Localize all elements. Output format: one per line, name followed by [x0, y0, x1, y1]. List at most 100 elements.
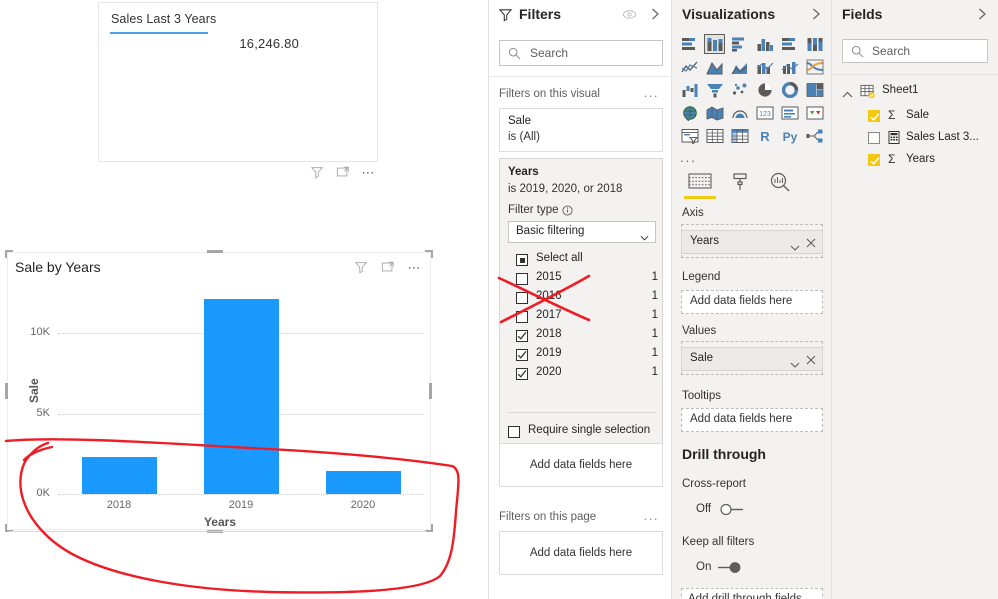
chevron-right-icon[interactable]: [810, 7, 822, 21]
drill-through-dropzone[interactable]: Add drill through fields here: [681, 588, 823, 599]
field-row-sales-last-3[interactable]: Sales Last 3...: [832, 129, 998, 148]
resize-handle-tl[interactable]: [5, 250, 13, 258]
arcgis-map-icon[interactable]: [729, 103, 750, 123]
checkbox-2018[interactable]: [516, 330, 528, 342]
checkbox-2015[interactable]: [516, 273, 528, 285]
checkbox-2020[interactable]: [516, 368, 528, 380]
scatter-chart-icon[interactable]: [729, 80, 750, 100]
bar-chart-visual-sale-by-years[interactable]: Sale by Years ⋯ 0K 5K 10K 2018 2019 2020 Sale: [7, 252, 431, 530]
well-dropzone-legend[interactable]: Add data fields here: [681, 290, 823, 314]
100-stacked-column-chart-icon[interactable]: [804, 34, 825, 54]
line-chart-icon[interactable]: [679, 57, 700, 77]
stacked-bar-chart-icon[interactable]: [679, 34, 700, 54]
filters-on-visual-more-icon[interactable]: ...: [644, 85, 659, 100]
bar-2019[interactable]: [203, 299, 279, 494]
field-checkbox[interactable]: [868, 110, 880, 122]
stacked-area-chart-icon[interactable]: [729, 57, 750, 77]
filter-card-years[interactable]: Years is 2019, 2020, or 2018 Filter type…: [499, 158, 663, 461]
well-field-axis-years[interactable]: Years: [681, 230, 823, 254]
clustered-column-chart-icon[interactable]: [754, 34, 775, 54]
require-single-selection-row[interactable]: Require single selection: [508, 424, 658, 442]
map-icon[interactable]: [679, 103, 700, 123]
resize-handle-top[interactable]: [207, 250, 223, 253]
card-visual-sales-last-3-years[interactable]: Sales Last 3 Years 16,246.80: [98, 2, 378, 162]
checkbox-2017[interactable]: [516, 311, 528, 323]
filter-option-2017[interactable]: 2017 1: [508, 308, 658, 327]
clustered-bar-chart-icon[interactable]: [729, 34, 750, 54]
treemap-icon[interactable]: [804, 80, 825, 100]
field-row-years[interactable]: Σ Years: [832, 151, 998, 170]
analytics-magnifier-icon[interactable]: [764, 170, 796, 194]
card-icon[interactable]: 123: [754, 103, 775, 123]
field-checkbox[interactable]: [868, 154, 880, 166]
cross-report-toggle[interactable]: [720, 503, 754, 516]
bar-2020[interactable]: [325, 471, 401, 494]
filter-funnel-icon: [498, 7, 513, 22]
ribbon-chart-icon[interactable]: [804, 57, 825, 77]
checkbox-2016[interactable]: [516, 292, 528, 304]
filter-option-2015[interactable]: 2015 1: [508, 270, 658, 289]
visual-filters-dropzone[interactable]: Add data fields here: [499, 443, 663, 487]
more-visuals-icon[interactable]: ...: [680, 150, 697, 165]
slicer-icon[interactable]: [679, 126, 700, 146]
donut-chart-icon[interactable]: [779, 80, 800, 100]
keep-all-filters-toggle[interactable]: [716, 561, 750, 573]
chevron-right-icon[interactable]: [976, 7, 988, 21]
resize-handle-left[interactable]: [5, 383, 8, 399]
python-visual-icon[interactable]: Py: [779, 126, 800, 146]
line-and-stacked-column-chart-icon[interactable]: [754, 57, 775, 77]
remove-field-icon[interactable]: [806, 354, 816, 365]
remove-field-icon[interactable]: [806, 237, 816, 248]
checkbox-2019[interactable]: [516, 349, 528, 361]
fields-well-icon[interactable]: [684, 170, 716, 194]
page-filters-dropzone[interactable]: Add data fields here: [499, 531, 663, 575]
report-canvas[interactable]: Sales Last 3 Years 16,246.80 ⋯ Sale by Y…: [0, 0, 488, 599]
waterfall-chart-icon[interactable]: [679, 80, 700, 100]
hide-visual-icon[interactable]: [622, 9, 637, 20]
fields-table-sheet1[interactable]: Sheet1: [832, 82, 998, 101]
table-icon[interactable]: [704, 126, 725, 146]
filter-card-sale[interactable]: Sale is (All): [499, 108, 663, 152]
filter-option-2019[interactable]: 2019 1: [508, 346, 658, 365]
more-options-icon[interactable]: ⋯: [362, 166, 377, 179]
line-and-clustered-column-chart-icon[interactable]: [779, 57, 800, 77]
chevron-down-icon[interactable]: [790, 240, 800, 251]
chevron-down-icon[interactable]: [790, 357, 800, 368]
checkbox-require-single-selection[interactable]: [508, 426, 520, 438]
format-paint-roller-icon[interactable]: [724, 170, 756, 194]
r-script-visual-icon[interactable]: R: [754, 126, 775, 146]
100-stacked-bar-chart-icon[interactable]: [779, 34, 800, 54]
filter-option-2018[interactable]: 2018 1: [508, 327, 658, 346]
info-icon[interactable]: [562, 205, 573, 216]
option-count: 1: [651, 366, 658, 378]
well-field-values-sale[interactable]: Sale: [681, 347, 823, 371]
filled-map-icon[interactable]: [704, 103, 725, 123]
option-select-all[interactable]: Select all: [508, 251, 658, 270]
well-dropzone-tooltips[interactable]: Add data fields here: [681, 408, 823, 432]
filter-option-2020[interactable]: 2020 1: [508, 365, 658, 384]
funnel-chart-icon[interactable]: [704, 80, 725, 100]
resize-handle-tr[interactable]: [425, 250, 433, 258]
chevron-right-icon[interactable]: [649, 7, 661, 21]
bar-2018[interactable]: [81, 457, 157, 494]
filters-on-page-more-icon[interactable]: ...: [644, 508, 659, 523]
stacked-column-chart-icon[interactable]: [704, 34, 725, 54]
area-chart-icon[interactable]: [704, 57, 725, 77]
filter-type-dropdown[interactable]: Basic filtering: [508, 221, 656, 243]
chevron-up-icon[interactable]: [842, 87, 853, 98]
pie-chart-icon[interactable]: [754, 80, 775, 100]
field-row-sale[interactable]: Σ Sale: [832, 107, 998, 126]
matrix-icon[interactable]: [729, 126, 750, 146]
key-influencers-icon[interactable]: [804, 126, 825, 146]
focus-mode-icon[interactable]: [336, 165, 350, 179]
kpi-icon[interactable]: [804, 103, 825, 123]
visualization-type-grid[interactable]: 123 R Py: [678, 33, 828, 148]
checkbox-select-all[interactable]: [516, 254, 528, 266]
filters-search-input[interactable]: Search: [499, 40, 663, 66]
filter-icon[interactable]: [310, 165, 324, 179]
fields-search-input[interactable]: Search: [842, 39, 988, 63]
filter-option-2016[interactable]: 2016 1: [508, 289, 658, 308]
resize-handle-right[interactable]: [429, 383, 432, 399]
multi-row-card-icon[interactable]: [779, 103, 800, 123]
field-checkbox[interactable]: [868, 132, 880, 144]
